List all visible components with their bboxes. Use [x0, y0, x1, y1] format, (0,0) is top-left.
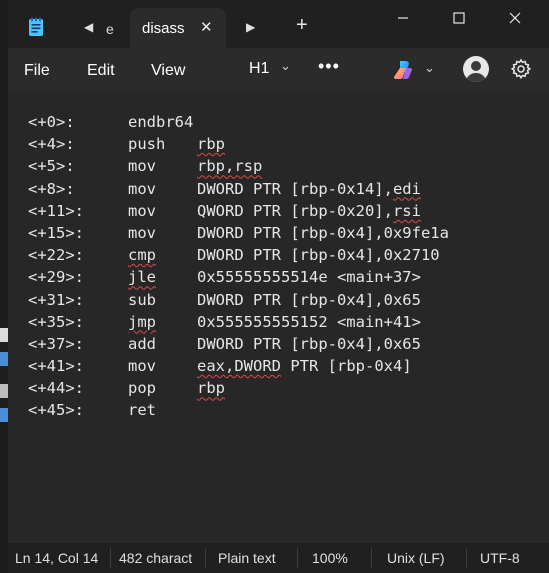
instruction-offset: <+31>:	[28, 290, 84, 309]
instruction-offset: <+4>:	[28, 135, 75, 154]
heading-format-dropdown[interactable]: H1	[249, 60, 269, 78]
close-window-button[interactable]	[492, 4, 538, 32]
instruction-offset: <+45>:	[28, 401, 84, 420]
instruction-operands: 0x555555555152 <main+41>	[197, 312, 421, 331]
status-divider	[371, 548, 372, 568]
cursor-position: Ln 14, Col 14	[15, 550, 99, 566]
instruction-mnemonic: sub	[128, 290, 156, 309]
tab-scroll-right-icon[interactable]: ▶	[246, 20, 255, 34]
instruction-offset: <+15>:	[28, 223, 84, 242]
character-count: 482 charact	[119, 550, 193, 566]
instruction-offset: <+22>:	[28, 246, 84, 265]
instruction-operands: DWORD PTR [rbp-0x14],edi	[197, 179, 421, 198]
instruction-offset: <+0>:	[28, 113, 75, 131]
instruction-operands: eax,DWORD PTR [rbp-0x4]	[197, 357, 412, 376]
instruction-offset: <+35>:	[28, 312, 84, 331]
close-tab-icon[interactable]: ✕	[200, 18, 213, 36]
instruction-mnemonic: jmp	[128, 312, 156, 331]
copilot-icon[interactable]	[392, 59, 414, 81]
notepad-window: ◀ e disass ✕ ▶ + File Edit View H1 ⌄ •••	[8, 0, 549, 573]
user-icon	[466, 61, 486, 82]
instruction-operands: rbp	[197, 379, 225, 398]
minimize-button[interactable]	[380, 4, 426, 32]
instruction-offset: <+11>:	[28, 201, 84, 220]
line-endings[interactable]: Unix (LF)	[387, 550, 445, 566]
status-bar: Ln 14, Col 14 482 charact Plain text 100…	[8, 541, 549, 573]
copilot-chevron-down-icon[interactable]: ⌄	[424, 60, 435, 76]
instruction-mnemonic: mov	[128, 179, 156, 198]
new-tab-button[interactable]: +	[296, 14, 308, 37]
tab-active[interactable]: disass ✕	[130, 8, 226, 48]
title-bar: ◀ e disass ✕ ▶ +	[8, 0, 549, 48]
maximize-button[interactable]	[436, 4, 482, 32]
instruction-mnemonic: mov	[128, 223, 156, 242]
status-divider	[205, 548, 206, 568]
instruction-offset: <+29>:	[28, 268, 84, 287]
instruction-mnemonic: mov	[128, 201, 156, 220]
instruction-offset: <+37>:	[28, 334, 84, 353]
status-divider	[297, 548, 298, 568]
close-window-icon	[509, 12, 521, 24]
instruction-mnemonic: mov	[128, 157, 156, 176]
instruction-mnemonic: jle	[128, 268, 156, 287]
tab-active-label: disass	[142, 20, 185, 37]
gear-icon[interactable]	[510, 58, 532, 80]
menu-bar: File Edit View H1 ⌄ ••• ⌄	[8, 48, 549, 92]
status-divider	[466, 548, 467, 568]
instruction-operands: rbp	[197, 135, 225, 154]
more-options-button[interactable]: •••	[318, 56, 340, 77]
instruction-mnemonic: ret	[128, 401, 156, 420]
instruction-operands: rbp,rsp	[197, 157, 263, 176]
instruction-offset: <+41>:	[28, 357, 84, 376]
instruction-mnemonic: add	[128, 334, 156, 353]
notepad-app-icon	[29, 17, 43, 36]
instruction-operands: DWORD PTR [rbp-0x4],0x9fe1a	[197, 223, 449, 242]
instruction-mnemonic: pop	[128, 379, 156, 398]
instruction-mnemonic: mov	[128, 357, 156, 376]
status-divider	[110, 548, 111, 568]
instruction-mnemonic: push	[128, 135, 166, 154]
chevron-down-icon[interactable]: ⌄	[280, 58, 291, 74]
maximize-icon	[453, 12, 465, 24]
instruction-offset: <+8>:	[28, 179, 75, 198]
instruction-mnemonic: cmp	[128, 246, 156, 265]
instruction-operands: DWORD PTR [rbp-0x4],0x2710	[197, 246, 440, 265]
instruction-operands: 0x55555555514e <main+37>	[197, 268, 421, 287]
tab-previous-label: e	[106, 21, 114, 37]
zoom-level[interactable]: 100%	[312, 550, 348, 566]
file-format[interactable]: Plain text	[218, 550, 276, 566]
background-window-edge	[0, 0, 8, 573]
instruction-offset: <+5>:	[28, 157, 75, 176]
background-window-fragment	[0, 322, 8, 422]
instruction-mnemonic: endbr64	[128, 113, 194, 131]
tab-previous[interactable]: ◀ e	[68, 8, 132, 48]
instruction-operands: DWORD PTR [rbp-0x4],0x65	[197, 334, 421, 353]
avatar[interactable]	[463, 56, 489, 82]
instruction-operands: QWORD PTR [rbp-0x20],rsi	[197, 201, 421, 220]
instruction-operands: DWORD PTR [rbp-0x4],0x65	[197, 290, 421, 309]
minimize-icon	[398, 17, 408, 19]
encoding[interactable]: UTF-8	[480, 550, 520, 566]
instruction-offset: <+44>:	[28, 379, 84, 398]
menu-file[interactable]: File	[24, 62, 50, 80]
menu-edit[interactable]: Edit	[87, 62, 115, 80]
text-editor[interactable]: <+0>: endbr64 <+4>: push rbp <+5>: mov rbp,rsp <…	[8, 92, 549, 541]
tab-scroll-left-icon[interactable]: ◀	[84, 20, 93, 34]
menu-view[interactable]: View	[151, 62, 185, 80]
